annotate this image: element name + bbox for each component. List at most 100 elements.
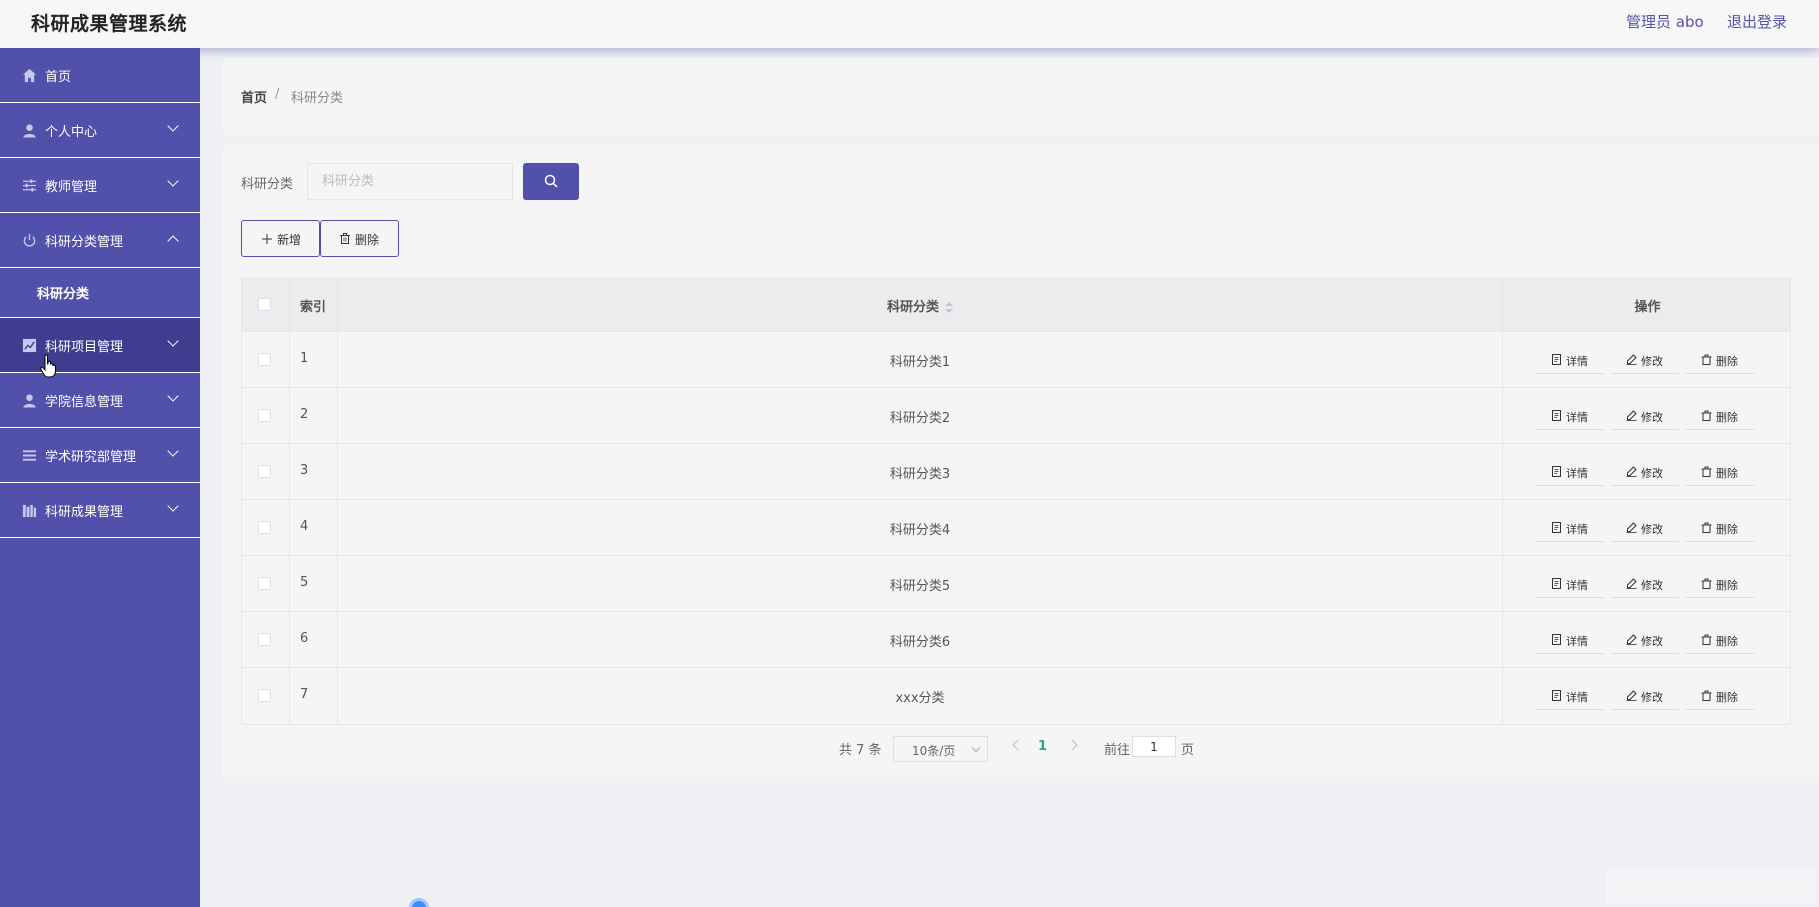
row-index-cell: 7 bbox=[290, 668, 338, 724]
row-index-cell: 3 bbox=[290, 444, 338, 499]
page-number-current[interactable]: 1 bbox=[1038, 739, 1047, 754]
delete-button[interactable]: 删除 bbox=[1686, 402, 1754, 430]
row-index: 1 bbox=[300, 351, 309, 366]
row-checkbox[interactable] bbox=[258, 633, 271, 646]
delete-label: 删除 bbox=[1716, 468, 1738, 480]
edit-icon bbox=[1626, 466, 1637, 477]
content-panel: 科研分类 新增 删除 索引 科研分类 操作 1科研分类1详情修改删除2科研分类2… bbox=[223, 145, 1819, 777]
chevron-down-icon bbox=[167, 500, 179, 512]
table-row: 5 科研分类5 详情 修改 删除 bbox=[242, 556, 1790, 612]
delete-label: 删除 bbox=[1716, 524, 1738, 536]
row-name: 科研分类3 bbox=[889, 467, 951, 482]
sidebar-item-academic-research-dept[interactable]: 学术研究部管理 bbox=[0, 428, 200, 483]
edit-icon bbox=[1626, 578, 1637, 589]
user-icon bbox=[23, 394, 36, 408]
sidebar-item-college-info-management[interactable]: 学院信息管理 bbox=[0, 373, 200, 428]
trash-icon bbox=[1701, 354, 1712, 365]
plus-icon bbox=[262, 234, 272, 244]
row-ops-cell: 详情 修改 删除 bbox=[1503, 444, 1792, 499]
edit-label: 修改 bbox=[1641, 636, 1663, 648]
sidebar-item-label: 科研项目管理 bbox=[45, 340, 124, 355]
delete-button[interactable]: 删除 bbox=[1686, 626, 1754, 654]
detail-button[interactable]: 详情 bbox=[1536, 682, 1604, 710]
select-all-checkbox[interactable] bbox=[258, 298, 271, 311]
edit-label: 修改 bbox=[1641, 524, 1663, 536]
row-name: 科研分类5 bbox=[889, 579, 951, 594]
page-size-select[interactable]: 10条/页 bbox=[893, 736, 988, 762]
row-name: 科研分类2 bbox=[889, 411, 951, 426]
detail-button[interactable]: 详情 bbox=[1536, 570, 1604, 598]
delete-label: 删除 bbox=[1716, 692, 1738, 704]
breadcrumb-home-link[interactable]: 首页 bbox=[241, 87, 267, 106]
detail-label: 详情 bbox=[1566, 356, 1588, 368]
batch-delete-button[interactable]: 删除 bbox=[320, 220, 399, 257]
edit-icon bbox=[1626, 634, 1637, 645]
sidebar-item-personal-center[interactable]: 个人中心 bbox=[0, 103, 200, 158]
edit-button[interactable]: 修改 bbox=[1611, 514, 1679, 542]
sidebar-item-research-category-management[interactable]: 科研分类管理 bbox=[0, 213, 200, 268]
row-check-cell bbox=[242, 444, 290, 499]
row-checkbox[interactable] bbox=[258, 465, 271, 478]
sidebar-item-teacher-management[interactable]: 教师管理 bbox=[0, 158, 200, 213]
delete-button[interactable]: 删除 bbox=[1686, 346, 1754, 374]
edit-button[interactable]: 修改 bbox=[1611, 570, 1679, 598]
delete-button[interactable]: 删除 bbox=[1686, 682, 1754, 710]
edit-label: 修改 bbox=[1641, 356, 1663, 368]
search-button[interactable] bbox=[523, 163, 579, 200]
user-icon bbox=[23, 124, 36, 138]
detail-button[interactable]: 详情 bbox=[1536, 346, 1604, 374]
delete-button[interactable]: 删除 bbox=[1686, 514, 1754, 542]
row-ops-cell: 详情 修改 删除 bbox=[1503, 332, 1792, 387]
delete-button[interactable]: 删除 bbox=[1686, 570, 1754, 598]
row-name-cell: 科研分类3 bbox=[338, 444, 1503, 499]
document-icon bbox=[1552, 466, 1561, 477]
sidebar-item-home[interactable]: 首页 bbox=[0, 48, 200, 103]
sidebar-item-label: 学院信息管理 bbox=[45, 395, 124, 410]
row-checkbox[interactable] bbox=[258, 689, 271, 702]
row-checkbox[interactable] bbox=[258, 577, 271, 590]
sort-icon[interactable] bbox=[945, 301, 953, 314]
row-check-cell bbox=[242, 612, 290, 667]
row-checkbox[interactable] bbox=[258, 521, 271, 534]
prev-page-button[interactable] bbox=[1012, 739, 1024, 751]
detail-button[interactable]: 详情 bbox=[1536, 458, 1604, 486]
sidebar-item-label: 个人中心 bbox=[45, 125, 98, 140]
row-ops-cell: 详情 修改 删除 bbox=[1503, 556, 1792, 611]
pagination-total: 共 7 条 bbox=[839, 743, 882, 758]
logout-link[interactable]: 退出登录 bbox=[1727, 11, 1787, 32]
row-index: 2 bbox=[300, 407, 309, 422]
edit-button[interactable]: 修改 bbox=[1611, 626, 1679, 654]
add-button[interactable]: 新增 bbox=[241, 220, 320, 257]
row-checkbox[interactable] bbox=[258, 409, 271, 422]
edit-button[interactable]: 修改 bbox=[1611, 458, 1679, 486]
sidebar-subitem-label: 科研分类 bbox=[37, 287, 90, 302]
header-name-cell[interactable]: 科研分类 bbox=[338, 279, 1503, 331]
sidebar-subitem-research-category[interactable]: 科研分类 bbox=[0, 268, 200, 318]
sidebar-item-research-project-management[interactable]: 科研项目管理 bbox=[0, 318, 200, 373]
power-icon bbox=[23, 233, 36, 247]
add-button-label: 新增 bbox=[277, 233, 302, 247]
detail-button[interactable]: 详情 bbox=[1536, 402, 1604, 430]
detail-button[interactable]: 详情 bbox=[1536, 626, 1604, 654]
edit-button[interactable]: 修改 bbox=[1611, 402, 1679, 430]
row-ops-cell: 详情 修改 删除 bbox=[1503, 500, 1792, 555]
goto-page-input[interactable] bbox=[1132, 736, 1176, 757]
breadcrumb-separator: / bbox=[275, 87, 280, 102]
row-check-cell bbox=[242, 668, 290, 724]
document-icon bbox=[1552, 410, 1561, 421]
next-page-button[interactable] bbox=[1066, 739, 1078, 751]
chart-icon bbox=[22, 338, 37, 353]
sidebar-item-label: 教师管理 bbox=[45, 180, 98, 195]
search-input[interactable] bbox=[307, 163, 513, 200]
edit-icon bbox=[1626, 354, 1637, 365]
row-index: 3 bbox=[300, 463, 309, 478]
edit-button[interactable]: 修改 bbox=[1611, 346, 1679, 374]
row-index-cell: 6 bbox=[290, 612, 338, 667]
document-icon bbox=[1552, 522, 1561, 533]
row-name: 科研分类6 bbox=[889, 635, 951, 650]
edit-button[interactable]: 修改 bbox=[1611, 682, 1679, 710]
delete-button[interactable]: 删除 bbox=[1686, 458, 1754, 486]
detail-button[interactable]: 详情 bbox=[1536, 514, 1604, 542]
row-checkbox[interactable] bbox=[258, 353, 271, 366]
sidebar-item-research-results-management[interactable]: 科研成果管理 bbox=[0, 483, 200, 538]
